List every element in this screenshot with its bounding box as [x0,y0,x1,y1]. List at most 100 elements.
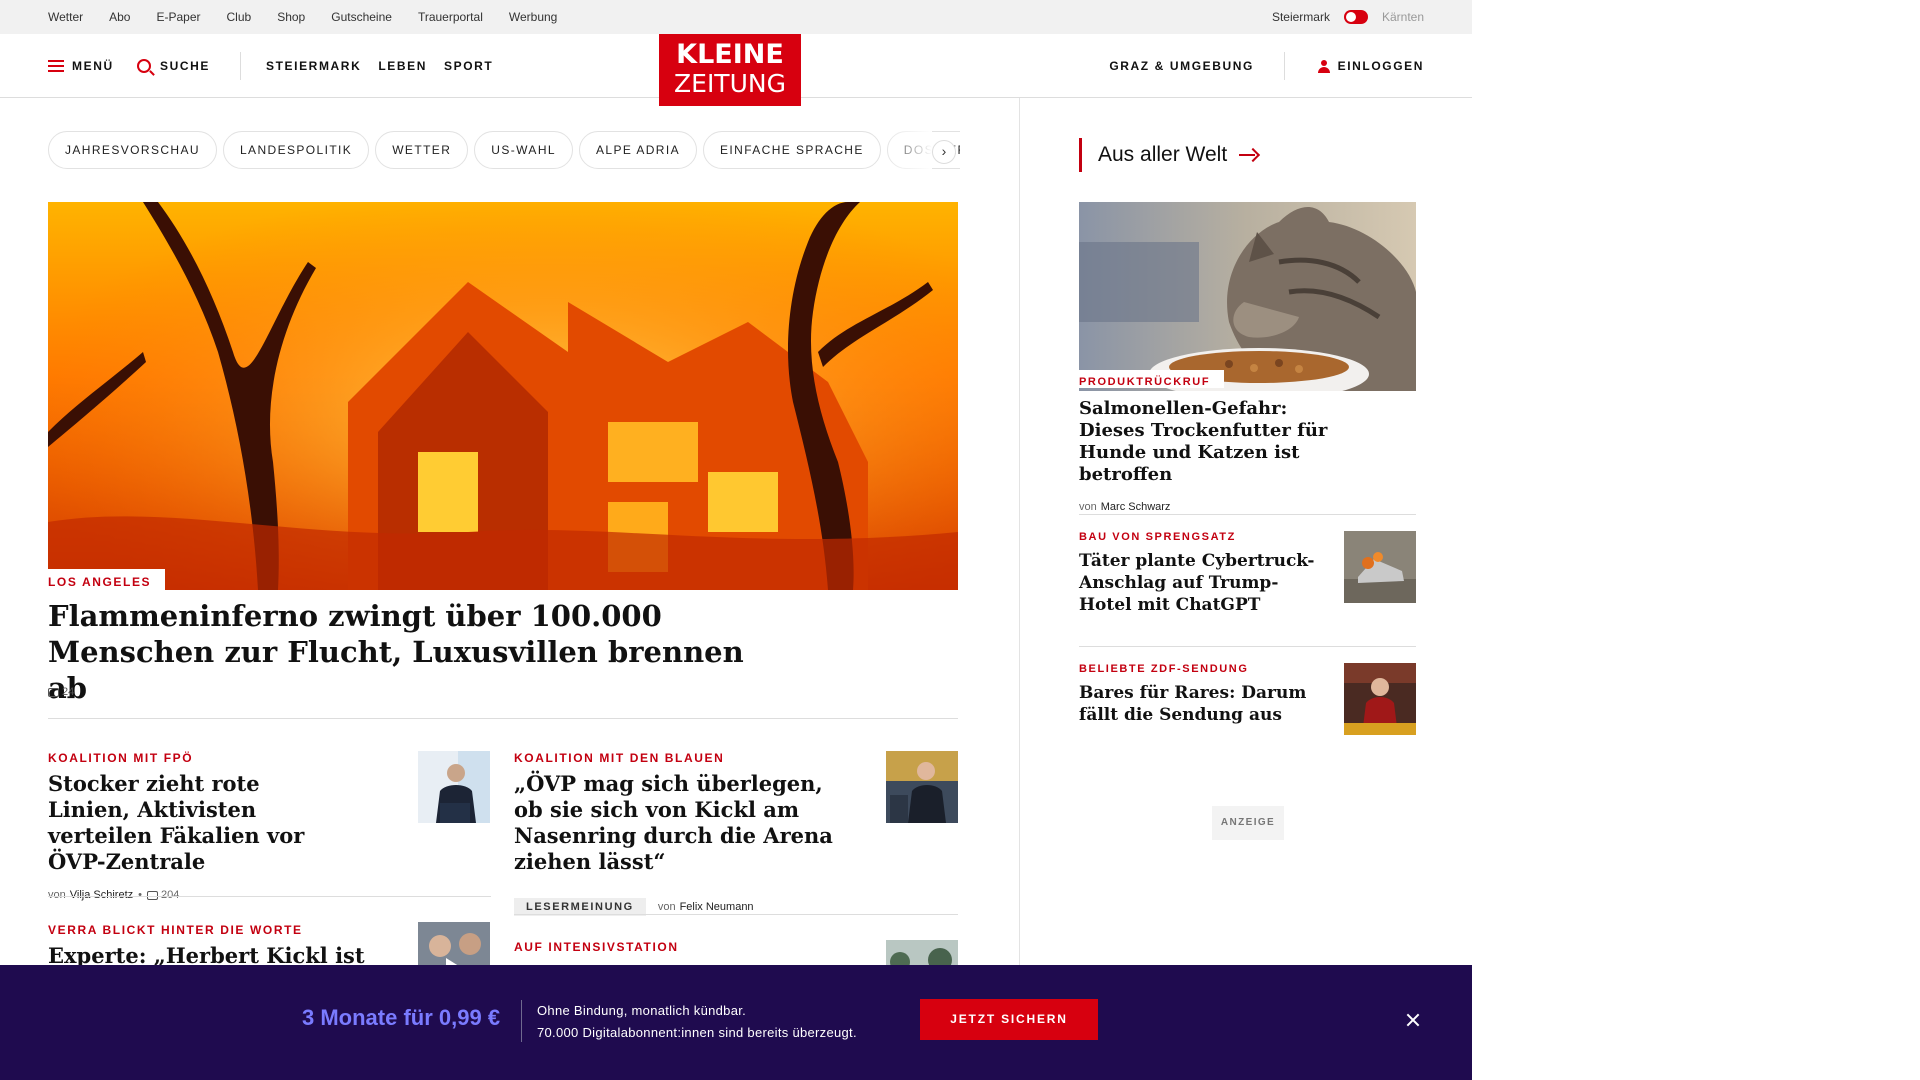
hero-comments[interactable]: 24 [48,686,74,698]
promo-text: Ohne Bindung, monatlich kündbar. 70.000 … [537,1000,857,1044]
region-kaernten[interactable]: Kärnten [1382,10,1424,24]
close-icon[interactable] [1403,1010,1423,1030]
promo-divider [521,1000,522,1042]
thumbnail-image [886,751,958,823]
teaser-author[interactable]: Felix Neumann [680,901,754,913]
meta-dot: • [138,889,142,901]
site: Wetter Abo E-Paper Club Shop Gutscheine … [0,0,1472,1080]
teaser-intensivstation[interactable]: AUF INTENSIVSTATION [514,940,854,954]
teaser-thumbnail[interactable] [1344,531,1416,603]
tag-wetter[interactable]: WETTER [375,131,469,169]
teaser-author[interactable]: Marc Schwarz [1101,501,1171,513]
utility-link-werbung[interactable]: Werbung [509,10,557,24]
tag-landespolitik[interactable]: LANDESPOLITIK [222,131,370,169]
hero-title[interactable]: Flammeninferno zwingt über 100.000 Mensc… [48,598,768,706]
teaser-kickl-experte[interactable]: VERRA BLICKT HINTER DIE WORTE Experte: „… [48,923,378,969]
hero-image[interactable] [48,202,958,590]
teaser-by: von [657,901,676,913]
hero-kicker: LOS ANGELES [48,569,166,590]
section-aus-aller-welt[interactable]: Aus aller Welt [1079,138,1259,172]
nav-sport[interactable]: SPORT [444,59,493,73]
teaser-kicker: KOALITION MIT FPÖ [48,751,194,765]
tags-next-button[interactable]: › [932,140,956,164]
divider [1079,514,1416,515]
utility-link-abo[interactable]: Abo [109,10,130,24]
teaser-kicker: AUF INTENSIVSTATION [514,940,679,954]
site-logo[interactable]: KLEINE ZEITUNG [659,34,801,106]
utility-link-club[interactable]: Club [227,10,252,24]
login-button[interactable]: EINLOGGEN [1317,34,1424,98]
nav-steiermark[interactable]: STEIERMARK [266,59,361,73]
region-switch: Steiermark Kärnten [1272,0,1424,34]
user-icon [1317,59,1330,73]
tag-jahresvorschau[interactable]: JAHRESVORSCHAU [48,131,217,169]
teaser-comment-count: 204 [161,889,180,901]
hero-title-line: Menschen zur Flucht, Luxusvillen brennen… [48,635,744,705]
teaser-kicker: VERRA BLICKT HINTER DIE WORTE [48,923,303,937]
page: Wetter Abo E-Paper Club Shop Gutscheine … [0,0,1920,1080]
sidebar-lead-image[interactable] [1079,202,1416,391]
teaser-meta: von Marc Schwarz [1079,501,1416,513]
tag-einfache-sprache[interactable]: EINFACHE SPRACHE [703,131,881,169]
divider [48,718,958,719]
subscribe-button[interactable]: JETZT SICHERN [920,999,1098,1040]
sidebar-lead-teaser[interactable]: PRODUKTRÜCKRUF Salmonellen-Gefahr: Diese… [1079,370,1416,513]
search-button[interactable]: SUCHE [137,34,210,98]
utility-link-gutscheine[interactable]: Gutscheine [331,10,392,24]
teaser-title: Bares für Rares: Darum fällt die Sendung… [1079,683,1307,725]
teaser-by: von [1079,501,1097,513]
comment-icon [48,687,59,697]
utility-link-epaper[interactable]: E-Paper [156,10,200,24]
teaser-title: Salmonellen-Gefahr: Dieses Trockenfutter… [1079,398,1328,485]
hamburger-icon [48,60,64,72]
tag-us-wahl[interactable]: US-WAHL [474,131,573,169]
search-icon [137,59,151,73]
tag-alpe-adria[interactable]: ALPE ADRIA [578,131,697,169]
region-toggle[interactable] [1343,10,1368,24]
tags-fade [880,131,932,169]
utility-link-trauerportal[interactable]: Trauerportal [418,10,483,24]
cat-image [1079,202,1416,391]
chevron-right-icon: › [941,143,947,159]
menu-label: MENÜ [72,59,114,73]
site-header: MENÜ SUCHE STEIERMARK LEBEN SPORT KLEINE… [0,34,1472,106]
teaser-kicker: BELIEBTE ZDF-SENDUNG [1079,663,1249,675]
nav-leben[interactable]: LEBEN [378,59,427,73]
teaser-thumbnail[interactable] [1344,663,1416,735]
promo-line-2: 70.000 Digitalabonnent:innen sind bereit… [537,1025,857,1040]
utility-link-wetter[interactable]: Wetter [48,10,83,24]
sidebar-teaser-bares-fuer-rares[interactable]: BELIEBTE ZDF-SENDUNG Bares für Rares: Da… [1079,663,1329,726]
teaser-kicker: KOALITION MIT DEN BLAUEN [514,751,725,765]
region-steiermark[interactable]: Steiermark [1272,10,1330,24]
teaser-thumbnail[interactable] [418,751,490,823]
utility-bar: Wetter Abo E-Paper Club Shop Gutscheine … [0,0,1472,34]
menu-button[interactable]: MENÜ [48,34,114,98]
divider [514,914,958,915]
teaser-title: Täter plante Cybertruck-Anschlag auf Tru… [1079,551,1315,615]
hero-comment-count: 24 [62,686,75,698]
thumbnail-image [1344,531,1416,603]
teaser-by: von [48,889,66,901]
sidebar-teaser-cybertruck[interactable]: BAU VON SPRENGSATZ Täter plante Cybertru… [1079,531,1329,616]
search-label: SUCHE [160,59,211,73]
teaser-author[interactable]: Vilja Schiretz [70,889,133,901]
teaser-title: „ÖVP mag sich überlegen, ob sie sich von… [514,771,833,874]
ad-label: ANZEIGE [1212,806,1284,840]
section-title: Aus aller Welt [1098,143,1228,166]
teaser-kicker: PRODUKTRÜCKRUF [1079,370,1225,388]
teaser-meta: von Vilja Schiretz • 204 [48,889,378,901]
teaser-title: Stocker zieht rote Linien, Aktivisten ve… [48,771,305,874]
header-divider [240,52,241,80]
promo-price: 3 Monate für 0,99 € [302,1005,501,1030]
header-divider [1284,52,1285,80]
logo-line-2: ZEITUNG [674,69,786,98]
utility-link-shop[interactable]: Shop [277,10,305,24]
teaser-thumbnail[interactable] [886,751,958,823]
thumbnail-image [1344,663,1416,735]
teaser-nasenring[interactable]: KOALITION MIT DEN BLAUEN „ÖVP mag sich ü… [514,751,854,916]
fire-image [48,202,958,590]
comment-icon [147,890,158,900]
divider [1079,646,1416,647]
region-graz-link[interactable]: GRAZ & UMGEBUNG [1109,34,1254,98]
teaser-stocker[interactable]: KOALITION MIT FPÖ Stocker zieht rote Lin… [48,751,378,901]
